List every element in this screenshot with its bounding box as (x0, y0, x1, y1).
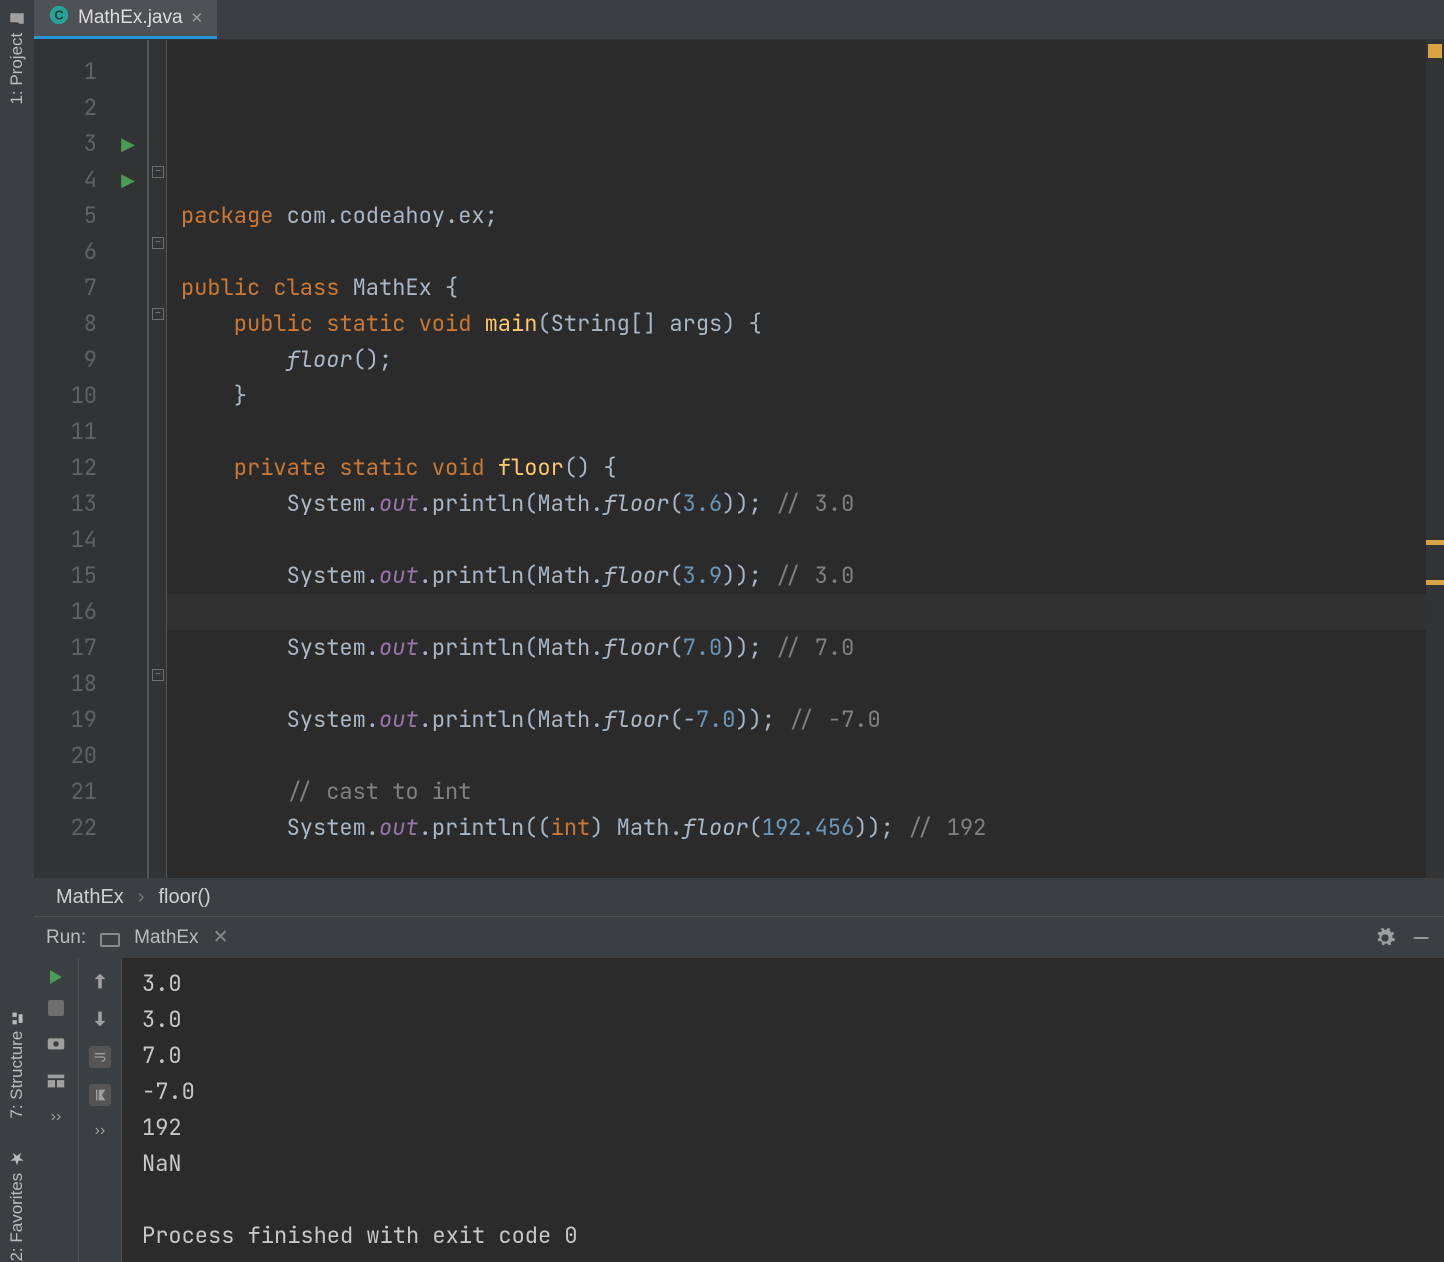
fold-gutter: − − − − (149, 40, 167, 878)
stop-icon[interactable] (48, 1000, 64, 1016)
breadcrumb-method[interactable]: floor() (158, 886, 210, 909)
scroll-to-end-icon[interactable] (89, 1084, 111, 1106)
error-stripe[interactable] (1426, 40, 1444, 878)
tool-window-button-project[interactable]: 1: Project (7, 10, 27, 105)
expand-icon[interactable]: ›› (95, 1122, 106, 1140)
arrow-up-icon[interactable] (89, 970, 111, 992)
tab-filename: MathEx.java (78, 7, 183, 29)
gear-icon[interactable] (1374, 927, 1396, 949)
console-output[interactable]: 3.0 3.0 7.0 -7.0 192 NaN Process finishe… (122, 958, 1444, 1262)
tool-window-button-favorites[interactable]: 2: Favorites ★ (7, 1148, 27, 1262)
breadcrumb-class[interactable]: MathEx (56, 886, 124, 909)
editor-tab-active[interactable]: C MathEx.java ✕ (34, 0, 217, 39)
expand-icon[interactable]: ›› (51, 1108, 62, 1126)
run-gutter: ▶ ▶ (109, 40, 149, 878)
warning-marker[interactable] (1426, 580, 1444, 585)
run-toolbar-right: ›› (78, 958, 122, 1262)
run-toolbar-left: ›› (34, 958, 78, 1262)
arrow-down-icon[interactable] (89, 1008, 111, 1030)
folder-icon (8, 10, 26, 28)
close-tab-icon[interactable]: ✕ (191, 9, 204, 27)
run-line-marker[interactable]: ▶ (109, 126, 147, 162)
main-area: C MathEx.java ✕ 123456789101112131415161… (34, 0, 1444, 1262)
tool-window-stripe-left: 1: Project 7: Structure ⑆ 2: Favorites ★ (0, 0, 34, 1262)
run-config-icon (100, 933, 120, 947)
run-tool-window-header: Run: MathEx ✕ (34, 916, 1444, 958)
soft-wrap-icon[interactable] (89, 1046, 111, 1068)
editor: 12345678910111213141516171819202122 ▶ ▶ … (34, 40, 1444, 878)
fold-toggle-icon[interactable]: − (152, 237, 164, 249)
tool-window-button-structure[interactable]: 7: Structure ⑆ (7, 1009, 27, 1119)
camera-icon[interactable] (45, 1032, 67, 1054)
close-run-tab-icon[interactable]: ✕ (213, 926, 229, 949)
chevron-right-icon: › (138, 886, 145, 909)
line-number-gutter: 12345678910111213141516171819202122 (34, 40, 109, 878)
inspection-summary-icon[interactable] (1428, 44, 1442, 58)
warning-marker[interactable] (1426, 540, 1444, 545)
minimize-icon[interactable] (1410, 927, 1432, 949)
svg-text:C: C (54, 8, 63, 23)
editor-tabs: C MathEx.java ✕ (34, 0, 1444, 40)
run-label: Run: (46, 927, 86, 949)
run-line-marker[interactable]: ▶ (109, 162, 147, 198)
class-icon: C (48, 4, 70, 32)
fold-toggle-icon[interactable]: − (152, 166, 164, 178)
rerun-icon[interactable] (50, 970, 62, 984)
layout-icon[interactable] (45, 1070, 67, 1092)
run-config-name[interactable]: MathEx (134, 927, 198, 949)
code-area[interactable]: package com.codeahoy.ex; public class Ma… (167, 40, 1426, 878)
run-tool-window: ›› ›› 3.0 3.0 7.0 -7.0 192 NaN Process f… (34, 958, 1444, 1262)
fold-toggle-icon[interactable]: − (152, 669, 164, 681)
breadcrumb: MathEx › floor() (34, 878, 1444, 916)
fold-toggle-icon[interactable]: − (152, 308, 164, 320)
